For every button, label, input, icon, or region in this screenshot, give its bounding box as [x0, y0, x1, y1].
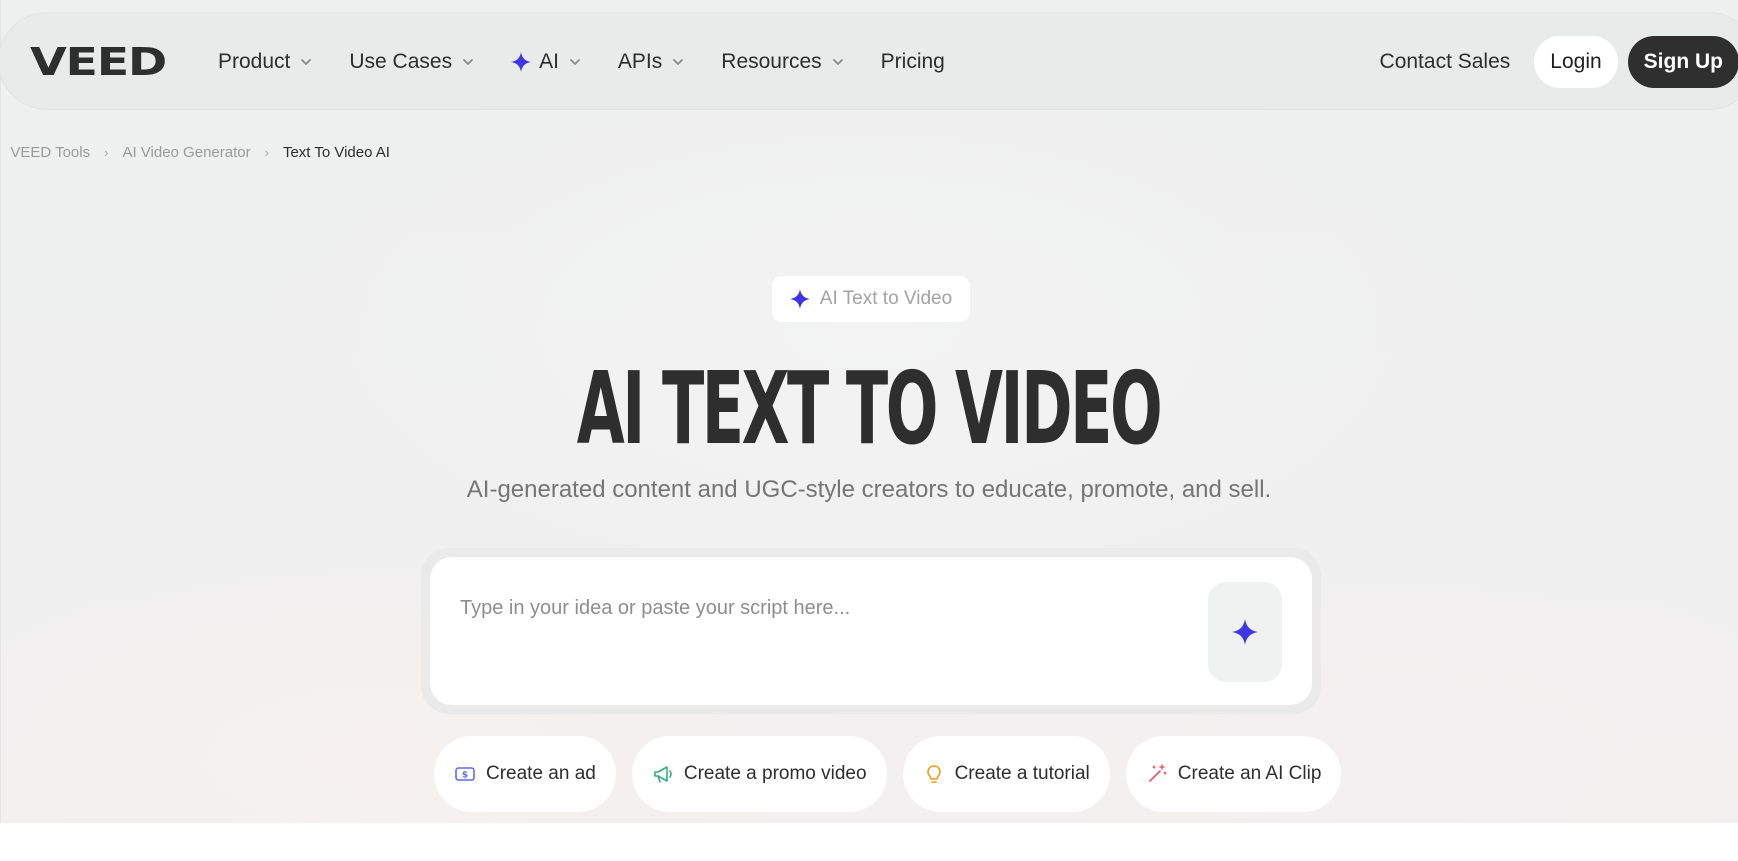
nav-item-label: AI [539, 50, 559, 73]
nav-item-resources[interactable]: Resources [721, 42, 844, 82]
chevron-down-icon [570, 59, 580, 65]
nav-item-label: APIs [617, 50, 663, 73]
breadcrumb-veed-tools[interactable]: VEED Tools [10, 144, 90, 161]
chip-label: Create a promo video [683, 763, 867, 784]
nav-item-pricing[interactable]: Pricing [881, 42, 945, 82]
top-navbar: VEED Product Use Cases AI APIs Resources… [0, 12, 1738, 110]
nav-actions: Contact Sales Login Sign Up [1380, 13, 1738, 111]
chevron-down-icon [832, 59, 843, 65]
login-button[interactable]: Login [1534, 36, 1618, 88]
nav-item-label: Pricing [880, 50, 945, 73]
megaphone-icon [652, 763, 674, 785]
sparkle-icon [511, 52, 532, 72]
suggestion-chips: $ Create an ad Create a promo video Crea… [434, 736, 1357, 812]
chip-create-ai-clip[interactable]: Create an AI Clip [1125, 736, 1342, 812]
nav-item-apis[interactable]: APIs [618, 42, 685, 82]
main-nav: Product Use Cases AI APIs Resources Pric… [218, 13, 981, 111]
nav-item-product[interactable]: Product [218, 42, 313, 82]
page-title-text: AI TEXT TO VIDEO [577, 350, 1163, 467]
breadcrumb: › VEED Tools › AI Video Generator › Text… [0, 140, 390, 164]
nav-item-label: Use Cases [349, 50, 453, 73]
prompt-input[interactable] [460, 597, 1160, 620]
magic-wand-icon [1146, 763, 1168, 785]
chevron-down-icon [463, 59, 473, 65]
feature-badge: AI Text to Video [772, 276, 970, 322]
chip-create-promo-video[interactable]: Create a promo video [631, 736, 887, 812]
nav-item-label: Product [218, 50, 291, 73]
nav-item-ai[interactable]: AI [511, 42, 582, 82]
veed-logo[interactable]: VEED [30, 43, 167, 81]
chevron-down-icon [673, 59, 684, 65]
sparkle-icon [789, 289, 810, 309]
chip-label: Create an ad [486, 763, 596, 784]
chip-label: Create a tutorial [954, 763, 1090, 784]
prompt-box [430, 557, 1312, 705]
svg-text:$: $ [462, 771, 468, 781]
sign-up-button[interactable]: Sign Up [1627, 36, 1738, 88]
breadcrumb-ai-video-generator[interactable]: AI Video Generator [122, 144, 250, 161]
sparkle-icon [1232, 619, 1258, 645]
generate-button[interactable] [1208, 582, 1282, 682]
chevron-right-icon: › [104, 144, 109, 160]
chevron-right-icon: › [264, 144, 269, 160]
nav-item-label: Resources [721, 50, 822, 73]
page-title: AI TEXT TO VIDEO [0, 354, 1738, 464]
lightbulb-icon [923, 763, 945, 785]
breadcrumb-current: Text To Video AI [282, 143, 390, 161]
chip-label: Create an AI Clip [1177, 763, 1322, 784]
chip-create-ad[interactable]: $ Create an ad [434, 736, 616, 812]
prompt-container [421, 548, 1321, 714]
chip-create-tutorial[interactable]: Create a tutorial [902, 736, 1110, 812]
dollar-bill-icon: $ [454, 763, 476, 785]
page-subtitle: AI-generated content and UGC-style creat… [466, 476, 1272, 503]
badge-label: AI Text to Video [819, 288, 953, 309]
nav-item-use-cases[interactable]: Use Cases [349, 42, 475, 82]
contact-sales-link[interactable]: Contact Sales [1380, 50, 1511, 74]
chevron-down-icon [301, 59, 312, 65]
